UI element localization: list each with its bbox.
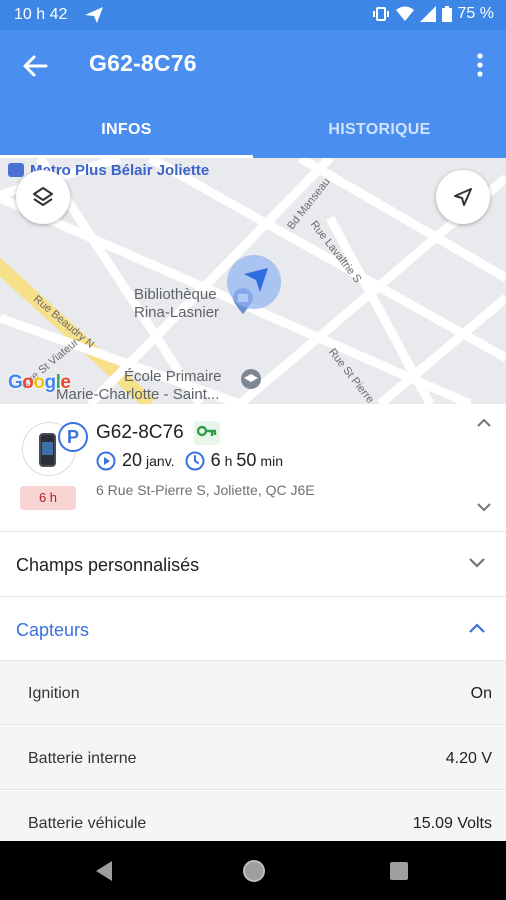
my-location-button[interactable]: [436, 170, 490, 224]
elapsed-hours-unit: h: [224, 453, 233, 469]
signal-icon: [419, 6, 436, 22]
sensors-section[interactable]: Capteurs: [0, 598, 506, 661]
key-icon: [197, 426, 217, 437]
tab-historique[interactable]: HISTORIQUE: [253, 102, 506, 158]
wifi-icon: [395, 6, 414, 21]
battery-percent: 75 %: [457, 5, 494, 22]
device-icon: [39, 433, 56, 467]
parking-status-badge: P: [58, 422, 88, 452]
sensor-row: Ignition On: [0, 661, 506, 725]
vehicle-summary-card[interactable]: P 6 h G62-8C76 20 janv. 6 h 50 min 6 Rue…: [0, 404, 506, 532]
elapsed-minutes-unit: min: [260, 453, 283, 469]
vehicle-address: 6 Rue St-Pierre S, Joliette, QC J6E: [96, 482, 315, 498]
chevron-down-icon: [469, 558, 485, 568]
vibrate-icon: [372, 7, 389, 21]
poi-library-line2: Rina-Lasnier: [134, 304, 220, 321]
poi-library[interactable]: Bibliothèque Rina-Lasnier: [134, 286, 219, 322]
clock-icon: [185, 451, 205, 470]
status-bar: 10 h 42 75 %: [0, 0, 506, 30]
parked-since-month: janv.: [146, 453, 175, 469]
school-pin-icon: [241, 369, 261, 389]
map-view[interactable]: Metro Plus Bélair Joliette Bd Manseau Ru…: [0, 158, 506, 404]
sensor-name: Batterie interne: [28, 750, 137, 767]
navigation-icon: [454, 188, 472, 206]
elapsed-hours: 6: [210, 450, 221, 470]
elapsed-minutes: 50: [236, 450, 257, 470]
map-layers-button[interactable]: [16, 170, 70, 224]
sensor-value: 15.09 Volts: [412, 815, 492, 832]
store-icon: [8, 163, 24, 177]
app-bar: G62-8C76: [0, 30, 506, 102]
vehicle-name: G62-8C76: [96, 422, 184, 443]
custom-fields-title: Champs personnalisés: [16, 555, 200, 575]
system-navigation-bar: [0, 841, 506, 900]
poi-school-line1: École Primaire: [124, 368, 222, 385]
chevron-up-icon: [469, 623, 485, 633]
custom-fields-section[interactable]: Champs personnalisés: [0, 533, 506, 597]
layers-icon: [33, 187, 53, 206]
vehicle-location-marker[interactable]: [226, 254, 282, 310]
status-icons: 75 %: [372, 5, 494, 23]
more-options-icon[interactable]: [470, 50, 490, 80]
sensor-value: On: [470, 685, 492, 702]
battery-icon: [441, 6, 452, 22]
parking-info-row: 20 janv. 6 h 50 min: [96, 450, 287, 471]
chevron-up-icon[interactable]: [476, 418, 492, 428]
poi-school[interactable]: École Primaire: [124, 368, 222, 386]
parked-since-day: 20: [122, 450, 143, 470]
status-time: 10 h 42: [14, 6, 68, 23]
back-arrow-icon[interactable]: [20, 52, 50, 80]
poi-library-line1: Bibliothèque: [134, 286, 217, 303]
nav-back-icon[interactable]: [94, 860, 114, 882]
tab-bar: INFOS HISTORIQUE: [0, 102, 506, 158]
parking-duration-badge: 6 h: [20, 486, 76, 510]
chevron-down-icon[interactable]: [476, 502, 492, 512]
sensor-value: 4.20 V: [445, 750, 492, 767]
sensor-name: Ignition: [28, 685, 80, 702]
navigation-arrow-icon: [85, 7, 103, 23]
play-circle-icon: [96, 451, 116, 470]
page-title: G62-8C76: [89, 50, 197, 76]
tab-infos[interactable]: INFOS: [0, 102, 253, 158]
poi-school-name: Marie-Charlotte - Saint...: [56, 386, 220, 403]
nav-recents-icon[interactable]: [390, 862, 408, 880]
google-logo: Google: [8, 372, 71, 393]
sensors-title: Capteurs: [16, 620, 90, 640]
nav-home-icon[interactable]: [243, 860, 265, 882]
sensor-row: Batterie interne 4.20 V: [0, 726, 506, 790]
ignition-key-badge: [194, 421, 220, 445]
sensor-name: Batterie véhicule: [28, 815, 147, 832]
